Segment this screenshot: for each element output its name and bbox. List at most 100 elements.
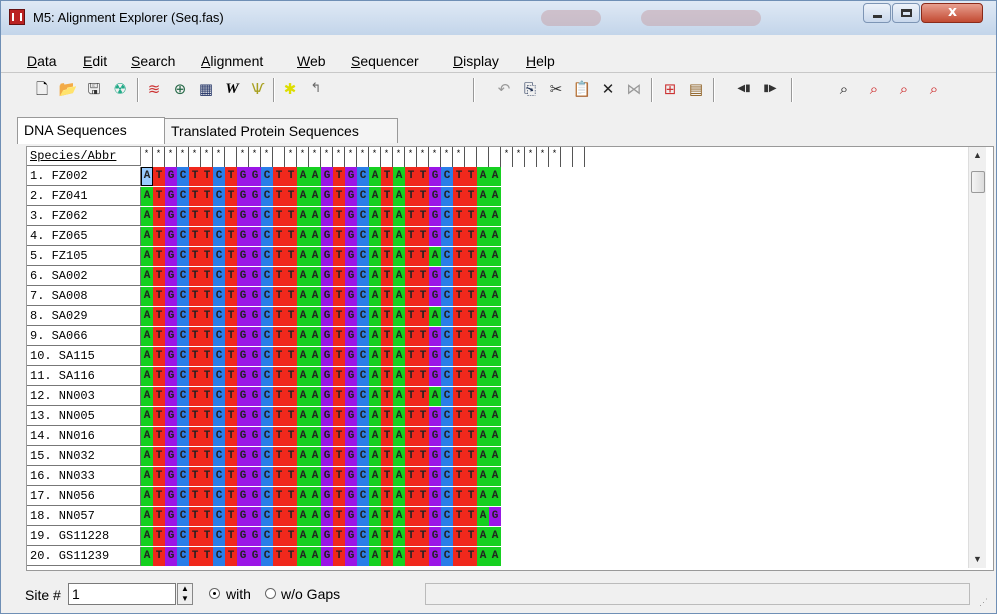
- nucleotide-cell[interactable]: C: [357, 467, 369, 486]
- nucleotide-cell[interactable]: G: [429, 227, 441, 246]
- nucleotide-cell[interactable]: G: [345, 507, 357, 526]
- nucleotide-cell[interactable]: C: [357, 167, 369, 186]
- nucleotide-cell[interactable]: A: [429, 387, 441, 406]
- network-icon[interactable]: ⊕: [169, 78, 191, 100]
- nucleotide-cell[interactable]: A: [297, 547, 309, 566]
- nucleotide-cell[interactable]: T: [333, 367, 345, 386]
- nucleotide-cell[interactable]: T: [273, 407, 285, 426]
- nucleotide-cell[interactable]: G: [321, 267, 333, 286]
- nucleotide-cell[interactable]: A: [489, 487, 501, 506]
- nucleotide-cell[interactable]: G: [165, 407, 177, 426]
- nucleotide-cell[interactable]: T: [417, 407, 429, 426]
- nucleotide-cell[interactable]: G: [237, 167, 249, 186]
- nucleotide-cell[interactable]: A: [141, 247, 153, 266]
- nucleotide-cell[interactable]: G: [345, 387, 357, 406]
- nucleotide-cell[interactable]: T: [189, 387, 201, 406]
- nucleotide-cell[interactable]: G: [237, 467, 249, 486]
- nucleotide-cell[interactable]: A: [393, 487, 405, 506]
- nucleotide-cell[interactable]: G: [345, 487, 357, 506]
- nucleotide-cell[interactable]: A: [369, 247, 381, 266]
- column-header-species[interactable]: Species/Abbr: [27, 147, 141, 166]
- nucleotide-cell[interactable]: T: [381, 467, 393, 486]
- nucleotide-cell[interactable]: C: [177, 287, 189, 306]
- nucleotide-cell[interactable]: A: [489, 447, 501, 466]
- nucleotide-cell[interactable]: G: [321, 467, 333, 486]
- nucleotide-cell[interactable]: G: [165, 227, 177, 246]
- nucleotide-cell[interactable]: A: [297, 387, 309, 406]
- nucleotide-cell[interactable]: C: [177, 307, 189, 326]
- sequence-name[interactable]: 3. FZ062: [27, 207, 141, 226]
- nucleotide-cell[interactable]: T: [417, 187, 429, 206]
- menu-help[interactable]: Help: [526, 53, 555, 69]
- nucleotide-cell[interactable]: C: [357, 547, 369, 566]
- copy-icon[interactable]: ⎘: [519, 78, 541, 100]
- nucleotide-cell[interactable]: T: [201, 287, 213, 306]
- nucleotide-cell[interactable]: A: [393, 467, 405, 486]
- tab-translated-protein-sequences[interactable]: Translated Protein Sequences: [164, 118, 398, 143]
- nucleotide-cell[interactable]: T: [405, 267, 417, 286]
- nucleotide-cell[interactable]: C: [261, 447, 273, 466]
- nucleotide-cell[interactable]: C: [177, 407, 189, 426]
- nucleotide-cell[interactable]: G: [249, 467, 261, 486]
- nucleotide-cell[interactable]: A: [309, 447, 321, 466]
- nucleotide-cell[interactable]: C: [357, 407, 369, 426]
- find-motif-icon[interactable]: ⌕: [923, 78, 945, 100]
- nucleotide-cell[interactable]: C: [441, 507, 453, 526]
- nucleotide-cell[interactable]: A: [369, 207, 381, 226]
- open-folder-icon[interactable]: 📂: [57, 78, 79, 100]
- nucleotide-cell[interactable]: T: [153, 367, 165, 386]
- nucleotide-cell[interactable]: T: [465, 467, 477, 486]
- nucleotide-cell[interactable]: T: [417, 227, 429, 246]
- nucleotide-cell[interactable]: C: [441, 367, 453, 386]
- nucleotide-cell[interactable]: C: [261, 547, 273, 566]
- nucleotide-cell[interactable]: T: [333, 487, 345, 506]
- nucleotide-cell[interactable]: G: [165, 367, 177, 386]
- add-sequence-icon[interactable]: ⊞: [659, 78, 681, 100]
- nucleotide-cell[interactable]: G: [429, 507, 441, 526]
- nucleotide-cell[interactable]: T: [285, 467, 297, 486]
- nucleotide-cell[interactable]: G: [321, 207, 333, 226]
- nucleotide-cell[interactable]: G: [165, 247, 177, 266]
- nucleotide-cell[interactable]: T: [225, 507, 237, 526]
- nucleotide-cell[interactable]: T: [381, 427, 393, 446]
- nucleotide-cell[interactable]: T: [225, 447, 237, 466]
- nucleotide-cell[interactable]: T: [405, 287, 417, 306]
- nucleotide-cell[interactable]: T: [201, 187, 213, 206]
- nucleotide-cell[interactable]: T: [333, 167, 345, 186]
- nucleotide-cell[interactable]: T: [417, 487, 429, 506]
- nucleotide-cell[interactable]: T: [273, 347, 285, 366]
- nucleotide-cell[interactable]: A: [393, 447, 405, 466]
- sequence-name[interactable]: 15. NN032: [27, 447, 141, 466]
- nucleotide-cell[interactable]: C: [357, 327, 369, 346]
- nucleotide-cell[interactable]: T: [333, 287, 345, 306]
- nucleotide-cell[interactable]: T: [201, 447, 213, 466]
- nucleotide-cell[interactable]: T: [453, 287, 465, 306]
- mark-site-icon[interactable]: ✱: [279, 78, 301, 100]
- nucleotide-cell[interactable]: C: [441, 207, 453, 226]
- nucleotide-cell[interactable]: A: [297, 287, 309, 306]
- nucleotide-cell[interactable]: A: [309, 307, 321, 326]
- nucleotide-cell[interactable]: G: [321, 347, 333, 366]
- nucleotide-cell[interactable]: T: [225, 207, 237, 226]
- nucleotide-cell[interactable]: T: [153, 427, 165, 446]
- nucleotide-cell[interactable]: A: [309, 387, 321, 406]
- nucleotide-cell[interactable]: C: [177, 487, 189, 506]
- nucleotide-cell[interactable]: C: [441, 467, 453, 486]
- nucleotide-cell[interactable]: T: [405, 327, 417, 346]
- nucleotide-cell[interactable]: A: [429, 307, 441, 326]
- nucleotide-cell[interactable]: A: [141, 367, 153, 386]
- nucleotide-cell[interactable]: T: [285, 427, 297, 446]
- nucleotide-cell[interactable]: C: [357, 447, 369, 466]
- nucleotide-cell[interactable]: C: [177, 447, 189, 466]
- nucleotide-cell[interactable]: T: [453, 527, 465, 546]
- nucleotide-cell[interactable]: T: [417, 247, 429, 266]
- nucleotide-cell[interactable]: A: [141, 307, 153, 326]
- nucleotide-cell[interactable]: T: [465, 207, 477, 226]
- nucleotide-cell[interactable]: T: [417, 367, 429, 386]
- sequence-name[interactable]: 14. NN016: [27, 427, 141, 446]
- nucleotide-cell[interactable]: T: [189, 187, 201, 206]
- nucleotide-cell[interactable]: T: [189, 447, 201, 466]
- nucleotide-cell[interactable]: A: [297, 327, 309, 346]
- nucleotide-cell[interactable]: G: [237, 447, 249, 466]
- nucleotide-cell[interactable]: T: [333, 387, 345, 406]
